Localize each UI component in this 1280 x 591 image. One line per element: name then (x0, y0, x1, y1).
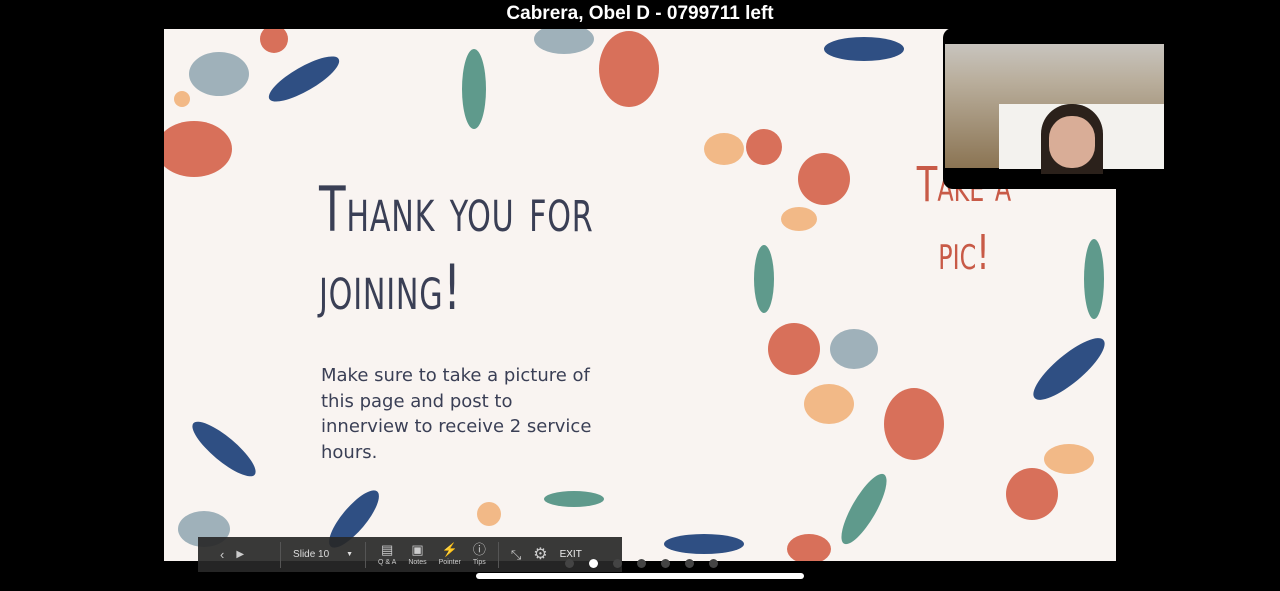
divider (365, 541, 367, 568)
tips-button[interactable]: ⓘ Tips (467, 537, 492, 572)
collapse-icon: ⤡ (510, 546, 522, 562)
chevron-left-icon: ‹ (220, 546, 225, 562)
slide-title: Thank you for joining! (319, 173, 594, 324)
participant-face (1049, 116, 1095, 168)
slide-body-text: Make sure to take a picture of this page… (321, 365, 592, 463)
tips-label: Tips (472, 559, 486, 566)
play-icon: ▶ (236, 548, 245, 560)
qa-label: Q & A (378, 559, 397, 566)
previous-slide-button[interactable]: ‹ (198, 537, 230, 572)
page-dot[interactable] (565, 559, 574, 568)
video-thumbnail[interactable] (943, 28, 1166, 189)
page-indicator (565, 559, 718, 568)
home-indicator[interactable] (476, 573, 804, 579)
page-dot[interactable] (709, 559, 718, 568)
caret-down-icon: ▼ (346, 551, 354, 558)
presenter-toolbar: ‹ ▶ Slide 10 ▼ ▤ Q & A ▣ Notes ⚡ Pointer ⓘ Ti… (198, 537, 622, 572)
chat-icon: ▤ (381, 542, 394, 557)
slide-select[interactable]: Slide 10 ▼ (287, 537, 359, 572)
settings-button[interactable]: ⚙ (527, 537, 553, 572)
info-icon: ⓘ (472, 542, 486, 557)
divider (497, 541, 499, 568)
exit-fullscreen-button[interactable]: ⤡ (505, 537, 527, 572)
window-title: Cabrera, Obel D - 0799711 left (506, 3, 774, 24)
page-dot[interactable] (685, 559, 694, 568)
play-button[interactable]: ▶ (230, 537, 274, 572)
divider (280, 541, 282, 568)
page-dot[interactable] (637, 559, 646, 568)
pointer-label: Pointer (438, 559, 461, 566)
notes-icon: ▣ (411, 542, 424, 557)
gear-icon: ⚙ (533, 545, 548, 563)
notes-button[interactable]: ▣ Notes (402, 537, 432, 572)
pointer-button[interactable]: ⚡ Pointer (433, 537, 467, 572)
slide-select-value: Slide 10 (293, 549, 330, 560)
page-dot[interactable] (613, 559, 622, 568)
pointer-icon: ⚡ (441, 542, 458, 557)
notes-label: Notes (408, 559, 427, 566)
qa-button[interactable]: ▤ Q & A (372, 537, 402, 572)
page-dot[interactable] (661, 559, 670, 568)
page-dot-active[interactable] (589, 559, 598, 568)
camera-feed (945, 44, 1164, 174)
